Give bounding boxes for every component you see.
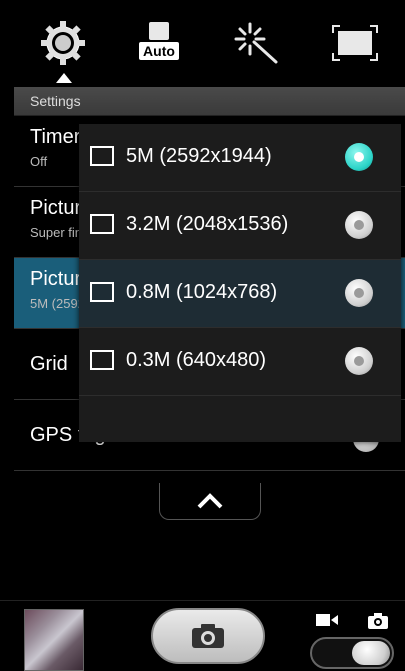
bottom-controls <box>0 600 405 671</box>
auto-mode-icon[interactable]: Auto <box>135 18 185 68</box>
camera-video-mode-switch[interactable] <box>310 637 394 669</box>
option-label: 3.2M (2048x1536) <box>126 213 289 235</box>
setting-value: Off <box>30 154 48 169</box>
option-label: 0.8M (1024x768) <box>126 281 278 303</box>
option-checkbox[interactable] <box>90 282 114 302</box>
setting-label: Grid <box>30 353 68 375</box>
settings-gear-icon[interactable] <box>38 18 88 68</box>
radio-dot-icon <box>354 220 364 230</box>
option-radio[interactable] <box>345 211 373 239</box>
settings-header: Settings <box>14 87 405 116</box>
radio-dot-icon <box>354 356 364 366</box>
selected-mode-caret-icon <box>56 73 72 83</box>
option-checkbox[interactable] <box>90 350 114 370</box>
video-mode-icon[interactable] <box>316 613 338 632</box>
gallery-thumbnail[interactable] <box>24 609 84 671</box>
option-label: 0.3M (640x480) <box>126 349 267 371</box>
picture-size-popup: 5M (2592x1944) 3.2M (2048x1536) 0.8M (10… <box>79 124 401 442</box>
photo-mode-icon[interactable] <box>368 613 388 634</box>
picture-size-option[interactable]: 5M (2592x1944) <box>79 124 401 192</box>
camera-icon <box>192 624 224 648</box>
collapse-settings-button[interactable] <box>159 483 261 520</box>
mode-switch-knob[interactable] <box>352 641 390 665</box>
auto-mode-label: Auto <box>143 43 175 59</box>
setting-label: Timer <box>30 126 81 148</box>
option-checkbox[interactable] <box>90 146 114 166</box>
option-checkbox[interactable] <box>90 214 114 234</box>
settings-title: Settings <box>30 93 81 109</box>
option-label: 5M (2592x1944) <box>126 145 272 167</box>
effects-wand-icon[interactable] <box>232 18 282 68</box>
chevron-up-icon <box>197 493 223 509</box>
top-mode-bar: Auto <box>0 0 405 85</box>
picture-size-option[interactable]: 0.3M (640x480) <box>79 328 401 396</box>
radio-dot-icon <box>354 152 364 162</box>
option-radio-selected[interactable] <box>345 143 373 171</box>
option-radio[interactable] <box>345 279 373 307</box>
fullscreen-icon[interactable] <box>330 18 380 68</box>
option-radio[interactable] <box>345 347 373 375</box>
picture-size-option[interactable]: 0.8M (1024x768) <box>79 260 401 328</box>
radio-dot-icon <box>354 288 364 298</box>
picture-size-option[interactable]: 3.2M (2048x1536) <box>79 192 401 260</box>
shutter-button[interactable] <box>151 608 265 664</box>
